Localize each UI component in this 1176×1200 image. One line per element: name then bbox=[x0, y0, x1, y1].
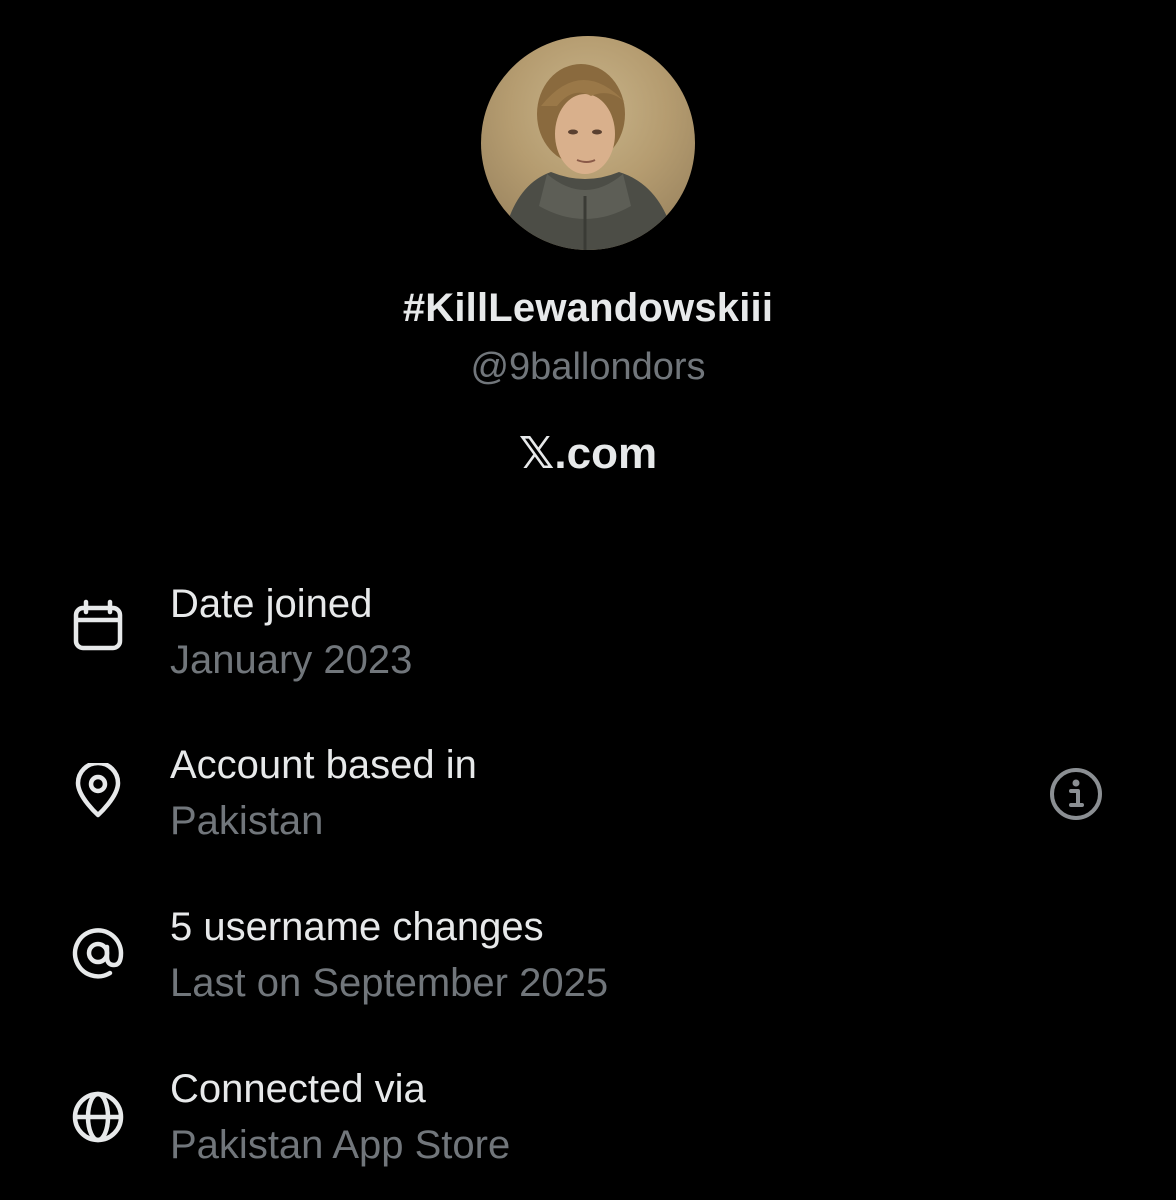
avatar-portrait-image bbox=[501, 64, 677, 250]
about-row-text: Account based in Pakistan bbox=[170, 737, 477, 849]
at-sign-icon bbox=[72, 928, 124, 979]
platform-domain-label: 𝕏.com bbox=[518, 429, 658, 478]
about-row-title: Account based in bbox=[170, 743, 477, 787]
profile-avatar[interactable] bbox=[481, 36, 695, 250]
about-row-account-based-in: Account based in Pakistan bbox=[0, 737, 1176, 857]
info-icon[interactable] bbox=[1048, 766, 1104, 822]
about-row-connected-via: Connected via Pakistan App Store bbox=[0, 1061, 1176, 1181]
about-row-text: 5 username changes Last on September 202… bbox=[170, 899, 608, 1011]
about-row-title: 5 username changes bbox=[170, 905, 544, 949]
about-row-title: Connected via bbox=[170, 1067, 426, 1111]
about-row-date-joined: Date joined January 2023 bbox=[0, 576, 1176, 696]
about-row-username-changes: 5 username changes Last on September 202… bbox=[0, 899, 1176, 1019]
about-row-value: Pakistan bbox=[170, 799, 324, 843]
about-row-value: Pakistan App Store bbox=[170, 1123, 511, 1167]
calendar-icon bbox=[73, 599, 123, 651]
about-row-title: Date joined bbox=[170, 582, 373, 626]
profile-display-name: #KillLewandowskiii bbox=[402, 286, 774, 330]
location-pin-icon bbox=[75, 763, 121, 818]
about-row-value: Last on September 2025 bbox=[170, 961, 609, 1005]
profile-handle: @9ballondors bbox=[470, 346, 706, 388]
about-row-value: January 2023 bbox=[170, 638, 413, 682]
globe-icon bbox=[72, 1091, 124, 1143]
about-row-text: Connected via Pakistan App Store bbox=[170, 1061, 510, 1173]
about-row-text: Date joined January 2023 bbox=[170, 576, 412, 688]
